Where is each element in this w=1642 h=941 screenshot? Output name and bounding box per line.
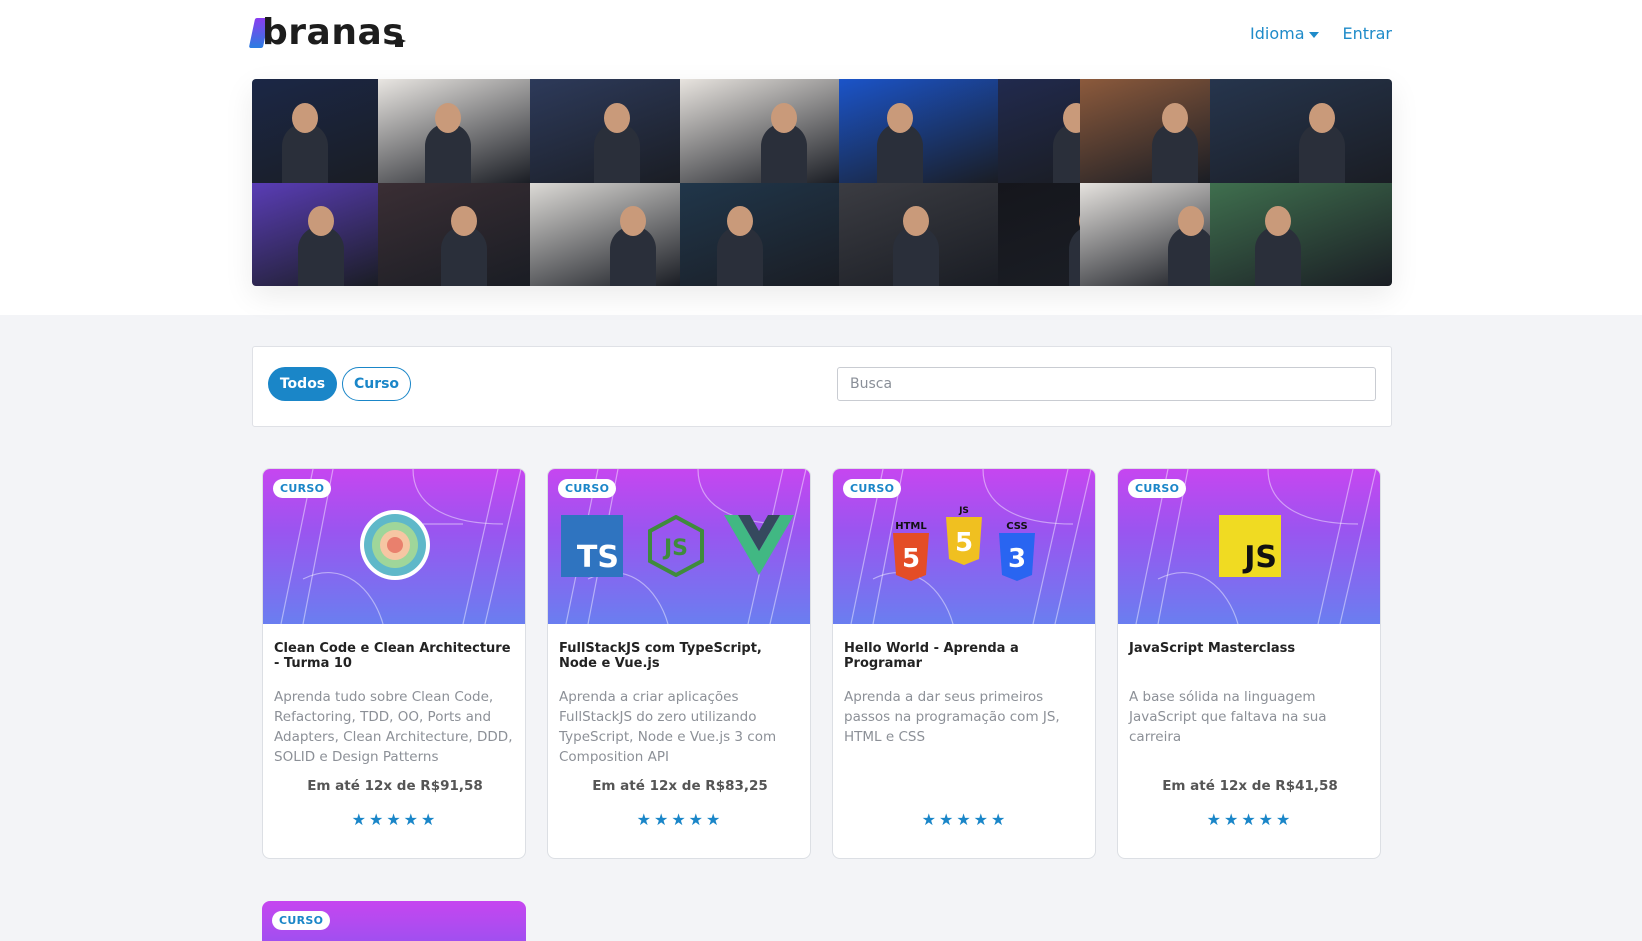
banner-photo-head <box>887 103 913 133</box>
banner-photo <box>252 79 378 183</box>
nodejs-icon: JS <box>648 515 704 577</box>
course-badge: CURSO <box>272 911 331 930</box>
banner-photo <box>839 79 998 183</box>
banner-photo-head <box>435 103 461 133</box>
banner-photo-head <box>620 206 646 236</box>
banner-photo <box>252 183 378 286</box>
course-title[interactable]: JavaScript Masterclass <box>1129 641 1369 656</box>
course-title[interactable]: Clean Code e Clean Architecture - Turma … <box>274 641 514 671</box>
course-title[interactable]: FullStackJS com TypeScript, Node e Vue.j… <box>559 641 799 671</box>
banner-photo <box>1080 79 1210 183</box>
banner-photo-head <box>903 206 929 236</box>
course-card[interactable]: TS JS CURSO FullStackJS com TypeScript, … <box>547 468 811 859</box>
filter-todos-button[interactable]: Todos <box>268 367 337 401</box>
star-rating: ★★★★★ <box>1206 810 1294 829</box>
banner-photo-head <box>451 206 477 236</box>
vue-icon <box>724 515 794 575</box>
course-badge: CURSO <box>273 479 332 498</box>
header: branas Idioma Entrar <box>248 0 1392 72</box>
course-title[interactable]: Hello World - Aprenda a Programar <box>844 641 1084 671</box>
login-label: Entrar <box>1342 24 1392 43</box>
html-label: HTML <box>895 521 927 532</box>
course-badge: CURSO <box>558 479 617 498</box>
banner-photo-head <box>1178 206 1204 236</box>
javascript-label: JS <box>1244 540 1277 575</box>
course-description: Aprenda a criar aplicações FullStackJS d… <box>559 689 777 765</box>
filter-curso-button[interactable]: Curso <box>342 367 411 401</box>
course-price: Em até 12x de R$83,25 <box>592 778 768 794</box>
top-nav: Idioma Entrar <box>1250 24 1392 43</box>
css-label: CSS <box>1006 521 1027 532</box>
banner-photo-head <box>1265 206 1291 236</box>
course-price: Em até 12x de R$41,58 <box>1162 778 1338 794</box>
banner-photo <box>998 79 1080 183</box>
course-description: A base sólida na linguagem JavaScript qu… <box>1129 689 1327 745</box>
html-js-css-icons: HTML 5 JS 5 CSS 3 <box>893 506 1035 581</box>
banner-photo-head <box>771 103 797 133</box>
banner-photo-head <box>727 206 753 236</box>
banner-photo <box>1210 79 1392 183</box>
course-badge: CURSO <box>1128 479 1187 498</box>
javascript-icon: JS <box>1219 515 1281 577</box>
course-thumbnail: JS CURSO <box>1118 469 1380 624</box>
chevron-down-icon <box>1308 31 1319 38</box>
course-card-partial[interactable]: CURSO <box>262 901 526 941</box>
graduation-cap-icon <box>392 38 406 47</box>
html5-number: 5 <box>902 544 920 574</box>
top-section: branas Idioma Entrar <box>0 0 1642 315</box>
logo[interactable]: branas <box>248 12 422 53</box>
banner-photo <box>530 79 680 183</box>
course-card[interactable]: JS CURSO JavaScript Masterclass A base s… <box>1117 468 1381 859</box>
js5-number: 5 <box>955 528 973 558</box>
clean-architecture-icon <box>360 510 430 580</box>
course-description: Aprenda a dar seus primeiros passos na p… <box>844 689 1060 745</box>
js-label: JS <box>958 506 969 516</box>
nodejs-label: JS <box>662 536 688 561</box>
course-thumbnail: CURSO <box>263 469 525 624</box>
banner-photo <box>680 79 839 183</box>
banner-photo <box>1210 183 1392 286</box>
banner-photo <box>1080 183 1210 286</box>
course-card[interactable]: CURSO Clean Code e Clean Architecture - … <box>262 468 526 859</box>
banner-photo-head <box>1309 103 1335 133</box>
language-dropdown[interactable]: Idioma <box>1250 24 1319 43</box>
banner-photo-head <box>292 103 318 133</box>
star-rating: ★★★★★ <box>921 810 1009 829</box>
banner-photo-person <box>1069 226 1080 286</box>
banner-photo <box>998 183 1080 286</box>
search-input[interactable]: Busca <box>837 367 1376 401</box>
star-rating: ★★★★★ <box>636 810 724 829</box>
language-label: Idioma <box>1250 24 1305 43</box>
course-thumbnail: TS JS CURSO <box>548 469 810 624</box>
filter-bar: Todos Curso Busca <box>252 346 1392 427</box>
course-thumbnail: HTML 5 JS 5 CSS 3 CURSO <box>833 469 1095 624</box>
banner-photo-head <box>1162 103 1188 133</box>
course-card[interactable]: HTML 5 JS 5 CSS 3 CURSO Hello World - Ap… <box>832 468 1096 859</box>
star-rating: ★★★★★ <box>351 810 439 829</box>
logo-text: branas <box>262 12 405 53</box>
course-price: Em até 12x de R$91,58 <box>307 778 483 794</box>
course-description: Aprenda tudo sobre Clean Code, Refactori… <box>274 689 513 765</box>
banner-photo <box>680 183 839 286</box>
photo-banner <box>252 79 1392 286</box>
course-badge: CURSO <box>843 479 902 498</box>
css3-number: 3 <box>1008 544 1026 574</box>
banner-photo <box>378 183 530 286</box>
banner-photo-head <box>308 206 334 236</box>
typescript-icon: TS <box>561 515 623 577</box>
typescript-label: TS <box>576 540 619 575</box>
banner-photo <box>378 79 530 183</box>
banner-photo <box>530 183 680 286</box>
login-link[interactable]: Entrar <box>1343 24 1392 43</box>
banner-photo <box>839 183 998 286</box>
banner-photo-head <box>604 103 630 133</box>
